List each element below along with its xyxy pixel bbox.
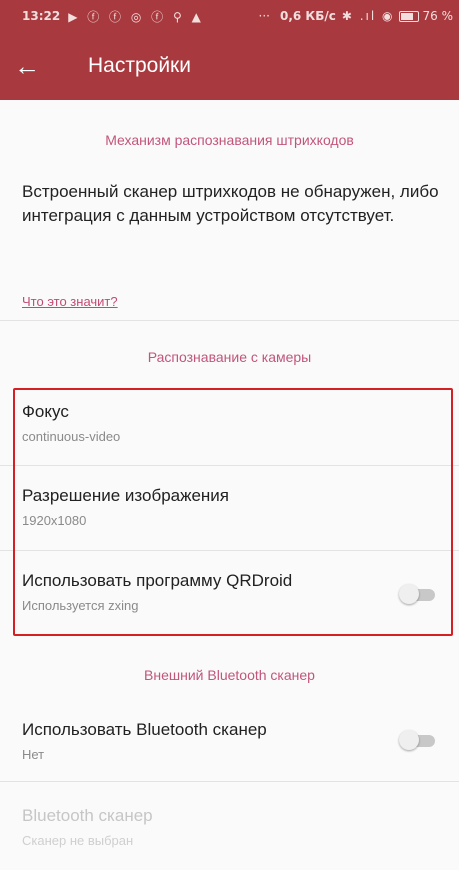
status-time: 13:22 xyxy=(22,9,61,23)
what-does-it-mean-link[interactable]: Что это значит? xyxy=(22,294,118,309)
resolution-value: 1920x1080 xyxy=(22,513,87,528)
qrdroid-summary: Используется zxing xyxy=(22,598,139,613)
notification-icons: ▶ ⓕ ⓕ ◎ ⓕ ⚲ ▲ xyxy=(68,9,204,24)
focus-value: continuous-video xyxy=(22,429,121,444)
status-bar: 13:22 ▶ ⓕ ⓕ ◎ ⓕ ⚲ ▲ ··· 0,6 КБ/с ✱ .ıl ◉… xyxy=(0,0,459,32)
scanner-not-found-message: Встроенный сканер штрихкодов не обнаруже… xyxy=(22,182,439,225)
bluetooth-scanner-preference[interactable]: Bluetooth сканер Сканер не выбран xyxy=(0,782,459,862)
app-bar: ← Настройки xyxy=(0,32,459,100)
use-bluetooth-title: Использовать Bluetooth сканер xyxy=(22,720,267,739)
network-speed: 0,6 КБ/с xyxy=(279,9,336,23)
battery-percent: 76 % xyxy=(422,9,454,23)
bluetooth-toggle[interactable] xyxy=(399,729,437,751)
toggle-thumb xyxy=(399,584,419,604)
resolution-title: Разрешение изображения xyxy=(22,486,230,505)
page-title: Настройки xyxy=(88,54,191,77)
bluetooth-section-header: Внешний Bluetooth сканер xyxy=(144,667,315,683)
bluetooth-scanner-title: Bluetooth сканер xyxy=(22,806,153,825)
use-bluetooth-preference[interactable]: Использовать Bluetooth сканер Нет xyxy=(0,700,459,780)
qrdroid-preference[interactable]: Использовать программу QRDroid Используе… xyxy=(0,551,459,635)
qrdroid-toggle[interactable] xyxy=(399,583,437,605)
more-notifications-icon: ··· xyxy=(258,9,270,23)
use-bluetooth-summary: Нет xyxy=(22,747,45,762)
divider xyxy=(0,320,459,321)
qrdroid-title: Использовать программу QRDroid xyxy=(22,571,293,590)
back-arrow-icon[interactable]: ← xyxy=(14,53,70,79)
focus-title: Фокус xyxy=(22,402,69,421)
barcode-section-header: Механизм распознавания штрихкодов xyxy=(105,132,354,148)
camera-section-header: Распознавание с камеры xyxy=(147,349,312,365)
bluetooth-scanner-summary: Сканер не выбран xyxy=(22,833,134,848)
focus-preference[interactable]: Фокус continuous-video xyxy=(0,390,459,466)
toggle-thumb xyxy=(399,730,419,750)
battery-icon xyxy=(398,10,419,22)
resolution-preference[interactable]: Разрешение изображения 1920x1080 xyxy=(0,466,459,550)
signal-icons: ✱ .ıl ◉ xyxy=(341,9,395,23)
